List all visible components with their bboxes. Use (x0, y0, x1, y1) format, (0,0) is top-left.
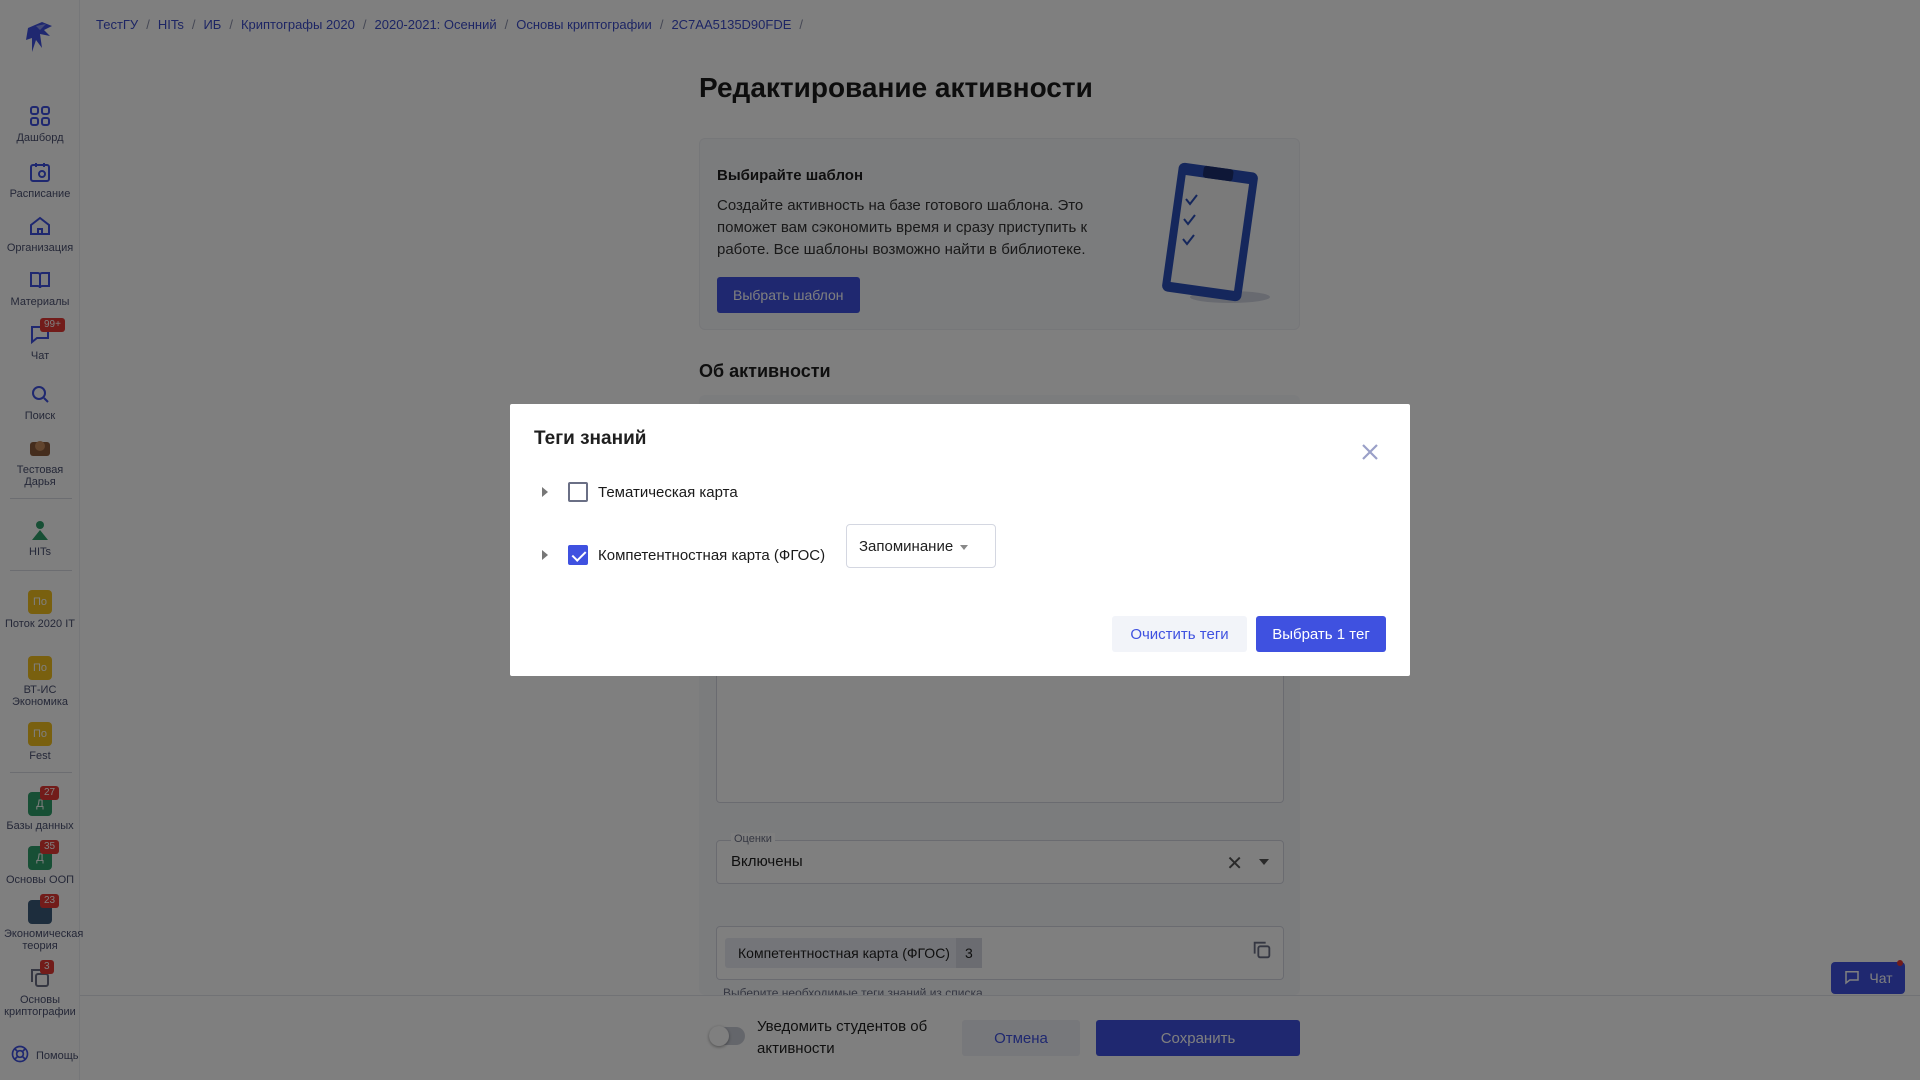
modal-title: Теги знаний (534, 428, 647, 449)
tag-label: Тематическая карта (598, 483, 738, 501)
tag-checkbox[interactable] (568, 482, 588, 502)
chevron-down-icon (960, 545, 968, 550)
tag-tree-row: Тематическая карта (534, 482, 738, 502)
clear-tags-button[interactable]: Очистить теги (1112, 616, 1247, 652)
knowledge-tags-modal: Теги знаний Тематическая карта Компетент… (510, 404, 1410, 676)
level-select[interactable]: Запоминание (846, 524, 996, 568)
close-icon[interactable] (1358, 440, 1382, 464)
expand-arrow-icon[interactable] (542, 487, 548, 497)
select-tags-button[interactable]: Выбрать 1 тег (1256, 616, 1386, 652)
tag-tree-row: Компетентностная карта (ФГОС) (534, 545, 825, 565)
tag-checkbox[interactable] (568, 545, 588, 565)
tag-label: Компетентностная карта (ФГОС) (598, 546, 826, 564)
expand-arrow-icon[interactable] (542, 550, 548, 560)
level-select-value: Запоминание (859, 538, 954, 555)
